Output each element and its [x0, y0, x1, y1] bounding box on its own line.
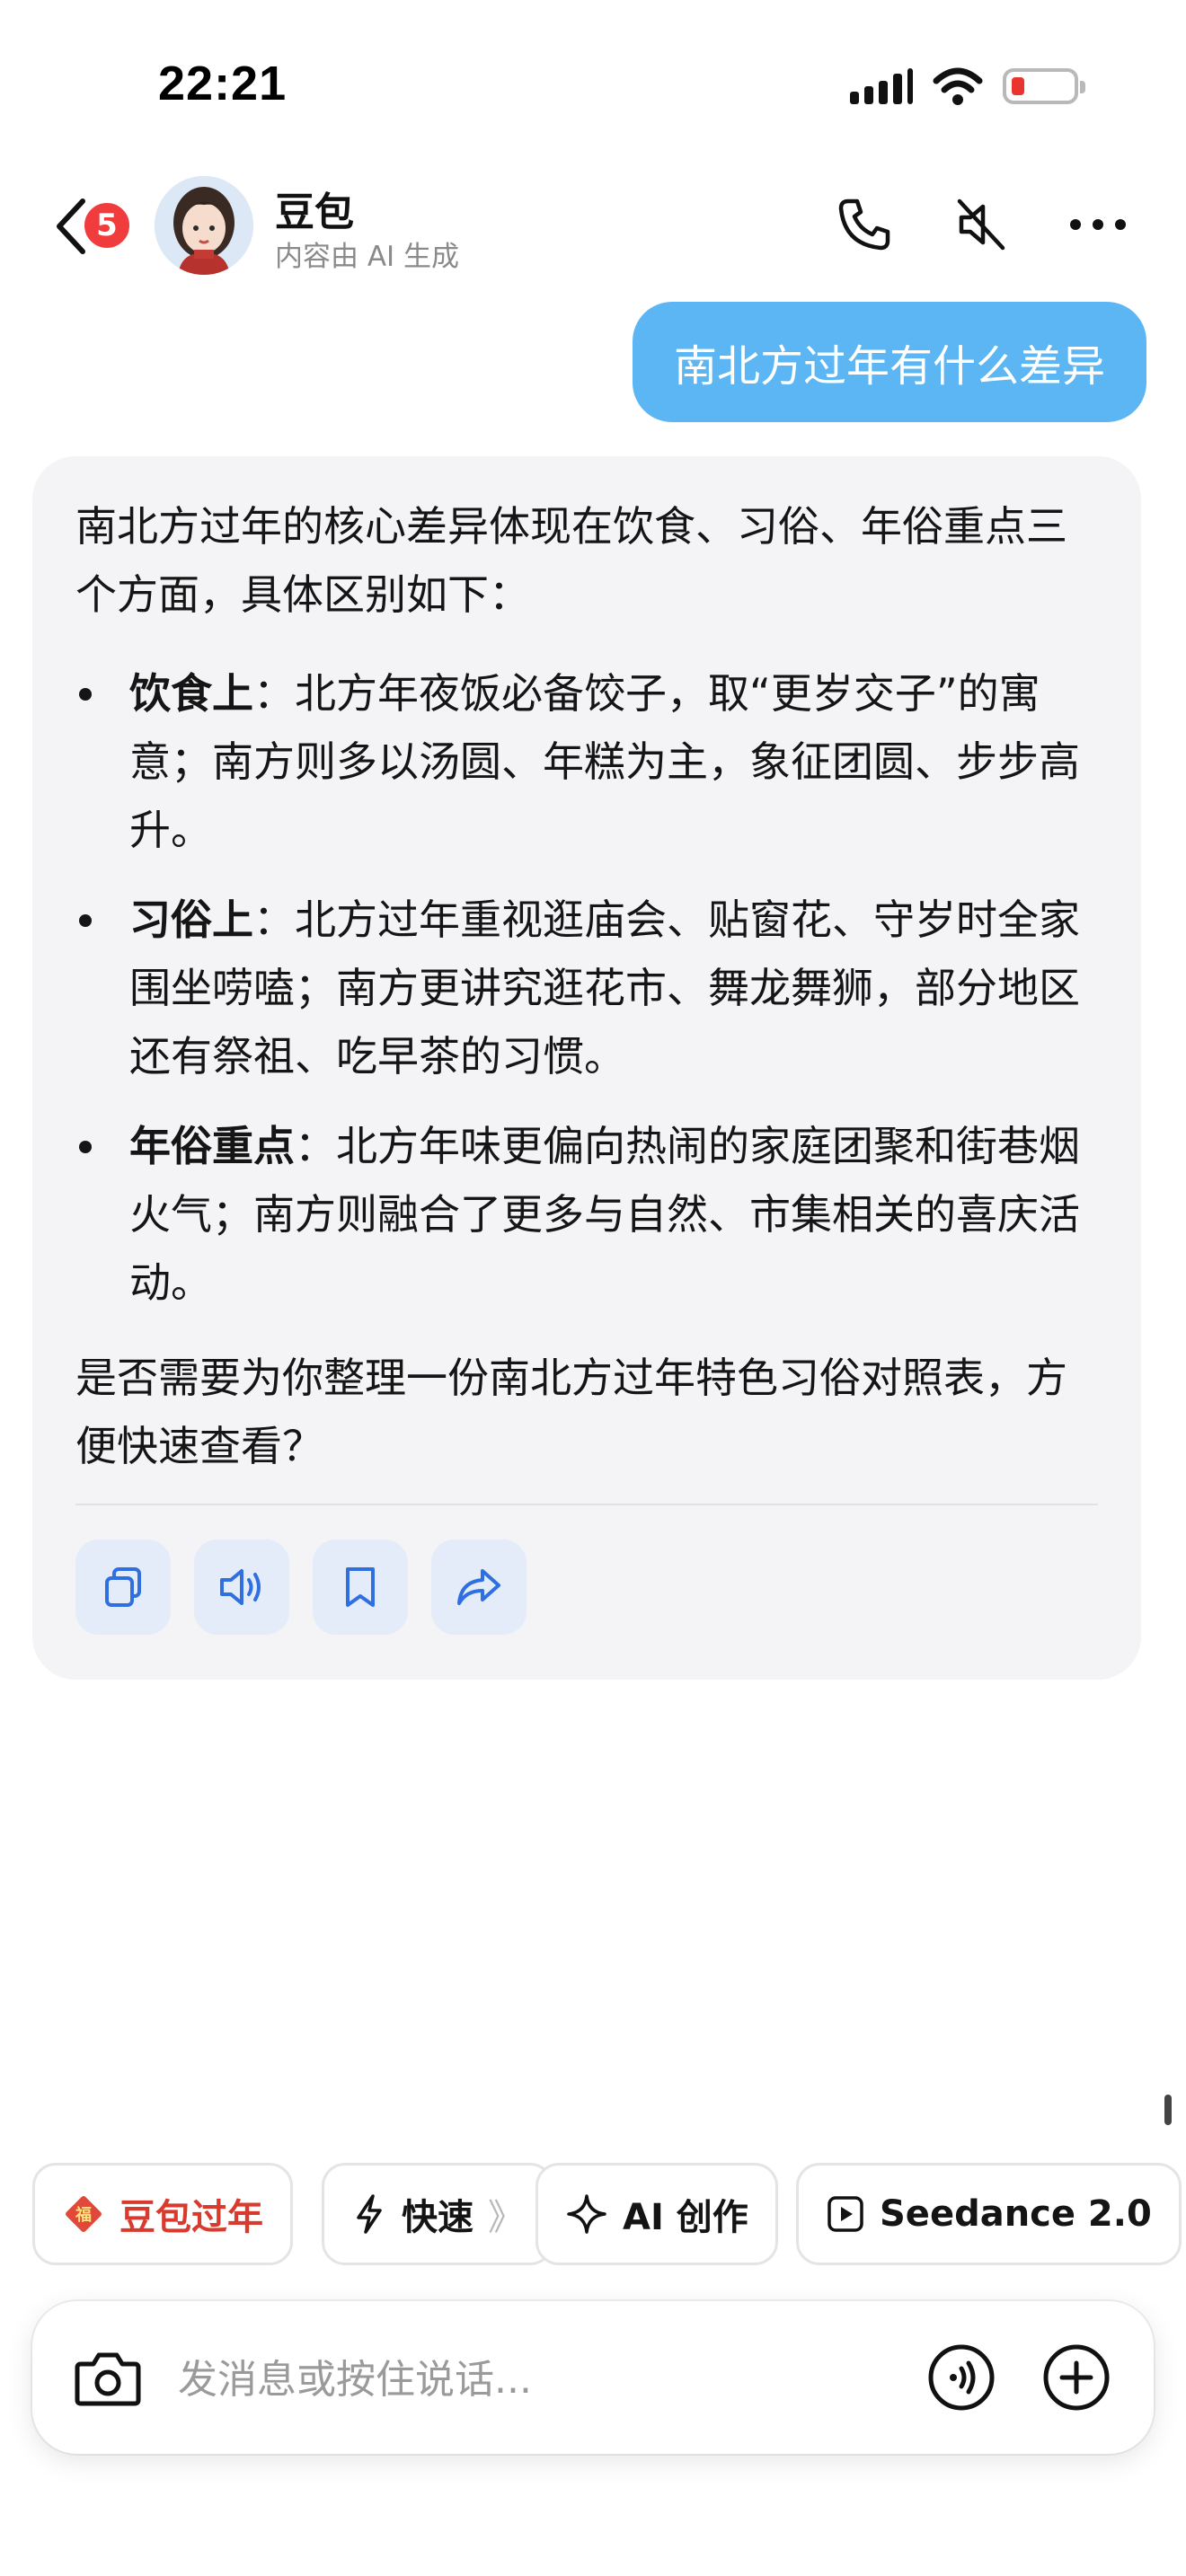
divider: [75, 1504, 1098, 1505]
bookmark-button[interactable]: [313, 1539, 408, 1635]
list-item-title: 年俗重点: [129, 1122, 295, 1170]
ai-reply-card: 南北方过年的核心差异体现在饮食、习俗、年俗重点三个方面，具体区别如下： 饮食上：…: [32, 456, 1141, 1680]
copy-icon: [105, 1567, 141, 1607]
more-button[interactable]: [1064, 190, 1132, 259]
read-aloud-button[interactable]: [194, 1539, 289, 1635]
message-input-bar: [32, 2301, 1154, 2454]
camera-icon: [75, 2352, 141, 2406]
speaker-icon: [220, 1569, 261, 1605]
message-input[interactable]: [176, 2342, 809, 2416]
share-icon: [457, 1569, 500, 1605]
chip-ai-create[interactable]: AI 创作: [535, 2163, 778, 2265]
user-message-bubble[interactable]: 南北方过年有什么差异: [632, 302, 1146, 422]
ai-reply-list: 饮食上：北方年夜饭必备饺子，取“更岁交子”的寓意；南方则多以汤圆、年糕为主，象征…: [75, 659, 1098, 1317]
battery-low-icon: [1003, 68, 1085, 104]
wifi-icon: [933, 67, 983, 105]
chip-doubao-newyear[interactable]: 福 豆包过年: [32, 2163, 293, 2265]
chip-label: Seedance 2.0: [880, 2193, 1152, 2235]
chip-fast[interactable]: 快速 》: [322, 2163, 553, 2265]
phone-call-button[interactable]: [830, 190, 898, 259]
svg-text:福: 福: [75, 2205, 92, 2225]
list-item-title: 饮食上: [129, 669, 253, 718]
chat-header: 5 豆包 内容由 AI 生成: [0, 171, 1186, 278]
chip-label: 豆包过年: [119, 2197, 263, 2238]
chip-label: 快速: [402, 2197, 474, 2238]
phone-icon: [838, 198, 890, 251]
scrollbar-thumb[interactable]: [1164, 2095, 1172, 2125]
chip-label: AI 创作: [623, 2197, 748, 2238]
add-button[interactable]: [1039, 2340, 1114, 2415]
avatar[interactable]: [155, 176, 253, 275]
bookmark-icon: [346, 1567, 375, 1607]
message-actions: [75, 1539, 1098, 1635]
plus-icon: [1043, 2344, 1110, 2411]
voice-call-button[interactable]: [924, 2340, 999, 2415]
list-item: 饮食上：北方年夜饭必备饺子，取“更岁交子”的寓意；南方则多以汤圆、年糕为主，象征…: [75, 659, 1098, 864]
fu-icon: 福: [66, 2196, 102, 2232]
copy-button[interactable]: [75, 1539, 171, 1635]
status-time: 22:21: [158, 57, 288, 110]
lightning-icon: [357, 2194, 382, 2234]
speaker-muted-icon: [957, 198, 1005, 251]
share-button[interactable]: [431, 1539, 527, 1635]
sparkle-icon: [567, 2194, 606, 2234]
unread-badge: 5: [81, 199, 133, 251]
camera-button[interactable]: [70, 2340, 146, 2415]
ai-reply-closing: 是否需要为你整理一份南北方过年特色习俗对照表，方便快速查看？: [75, 1354, 1067, 1470]
list-item-text: ：北方年夜饭必备饺子，取“更岁交子”的寓意；南方则多以汤圆、年糕为主，象征团圆、…: [129, 669, 1080, 854]
more-icon: [1070, 219, 1126, 230]
cellular-signal-icon: [850, 68, 913, 104]
chip-suffix: 》: [488, 2197, 524, 2238]
mute-button[interactable]: [947, 190, 1015, 259]
list-item-title: 习俗上: [129, 895, 253, 944]
chip-seedance[interactable]: Seedance 2.0: [796, 2163, 1182, 2265]
list-item-text: ：北方过年重视逛庙会、贴窗花、守岁时全家围坐唠嗑；南方更讲究逛花市、舞龙舞狮，部…: [129, 895, 1080, 1081]
ai-reply-intro: 南北方过年的核心差异体现在饮食、习俗、年俗重点三个方面，具体区别如下：: [75, 502, 1067, 619]
play-icon: [828, 2196, 863, 2232]
voice-call-icon: [928, 2344, 995, 2411]
bot-name: 豆包: [275, 190, 354, 235]
bot-subtitle: 内容由 AI 生成: [275, 241, 460, 273]
list-item: 年俗重点：北方年味更偏向热闹的家庭团聚和街巷烟火气；南方则融合了更多与自然、市集…: [75, 1112, 1098, 1317]
list-item: 习俗上：北方过年重视逛庙会、贴窗花、守岁时全家围坐唠嗑；南方更讲究逛花市、舞龙舞…: [75, 886, 1098, 1090]
